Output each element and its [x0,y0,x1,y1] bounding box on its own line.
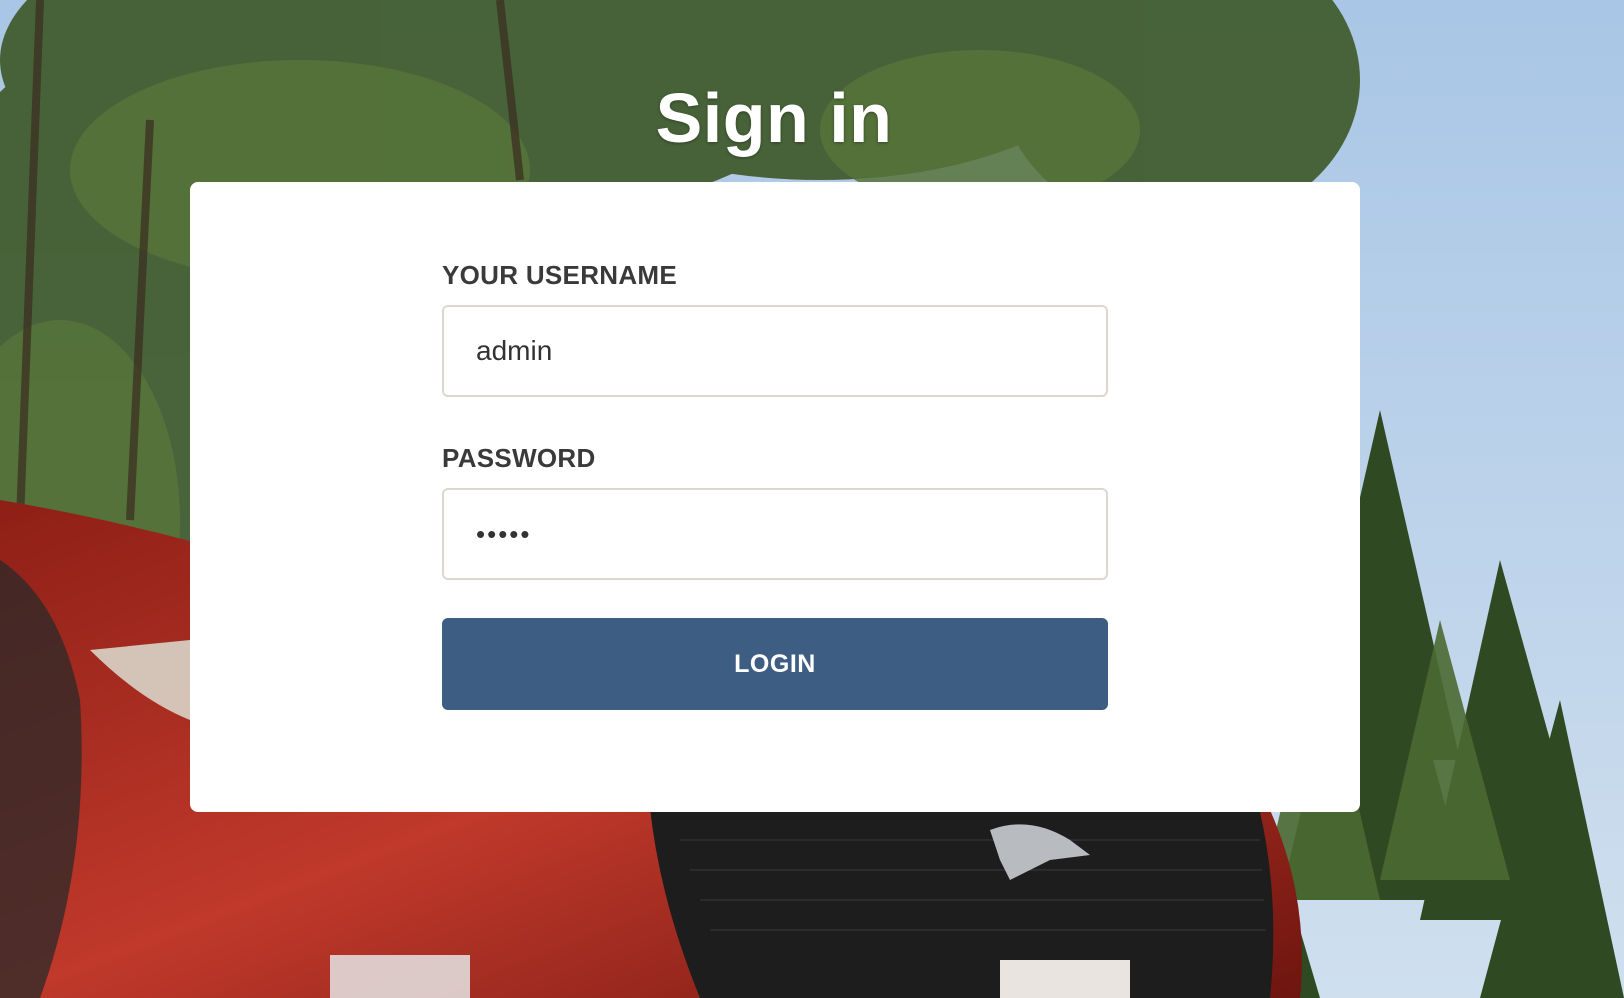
page-title: Sign in [655,79,893,157]
login-card: YOUR USERNAME admin PASSWORD ••••• LOGIN [190,182,1360,812]
password-input[interactable]: ••••• [442,488,1108,580]
login-button[interactable]: LOGIN [442,618,1108,710]
login-form: YOUR USERNAME admin PASSWORD ••••• LOGIN [442,260,1108,710]
username-group: YOUR USERNAME admin [442,260,1108,397]
login-page: Sign in YOUR USERNAME admin PASSWORD •••… [0,0,1624,998]
username-input[interactable]: admin [442,305,1108,397]
password-group: PASSWORD ••••• [442,443,1108,580]
password-label: PASSWORD [442,443,596,473]
username-label: YOUR USERNAME [442,260,678,290]
